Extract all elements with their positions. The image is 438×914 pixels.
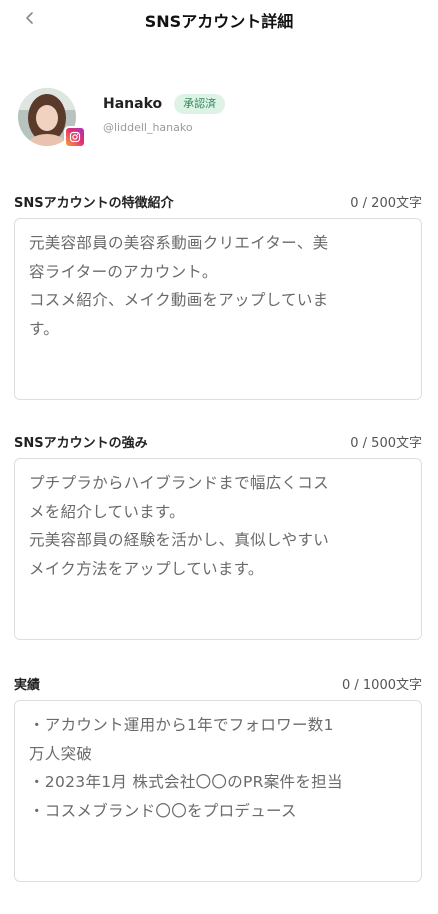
header-bar: SNSアカウント詳細 [0,0,438,38]
page-title: SNSアカウント詳細 [144,12,294,31]
strengths-text: プチプラからハイブランドまで幅広くコス メを紹介しています。 元美容部員の経験を… [29,474,330,578]
strengths-label: SNSアカウントの強み [14,436,148,451]
achievements-section: 実績 0 / 1000文字 ・アカウント運用から1年でフォロワー数1 万人突破 … [14,674,424,882]
strengths-textarea[interactable]: プチプラからハイブランドまで幅広くコス メを紹介しています。 元美容部員の経験を… [14,458,422,640]
achievements-text: ・アカウント運用から1年でフォロワー数1 万人突破 ・2023年1月 株式会社〇… [29,716,343,820]
strengths-section: SNSアカウントの強み 0 / 500文字 プチプラからハイブランドまで幅広くコ… [14,432,424,640]
profile-card: Hanako 承認済 @liddell_hanako [18,88,418,148]
achievements-counter: 0 / 1000文字 [342,678,422,693]
features-section: SNSアカウントの特徴紹介 0 / 200文字 元美容部員の美容系動画クリエイタ… [14,192,424,400]
status-badge: 承認済 [174,94,226,114]
achievements-label: 実績 [14,678,41,693]
strengths-counter: 0 / 500文字 [350,436,422,451]
name-row: Hanako 承認済 [103,94,226,114]
profile-name: Hanako [103,96,163,112]
achievements-textarea[interactable]: ・アカウント運用から1年でフォロワー数1 万人突破 ・2023年1月 株式会社〇… [14,700,422,882]
features-textarea[interactable]: 元美容部員の美容系動画クリエイター、美 容ライターのアカウント。 コスメ紹介、メ… [14,218,422,400]
instagram-icon [64,126,86,148]
profile-handle: @liddell_hanako [103,121,193,134]
features-text: 元美容部員の美容系動画クリエイター、美 容ライターのアカウント。 コスメ紹介、メ… [29,234,329,338]
features-label: SNSアカウントの特徴紹介 [14,196,174,211]
features-counter: 0 / 200文字 [350,196,422,211]
